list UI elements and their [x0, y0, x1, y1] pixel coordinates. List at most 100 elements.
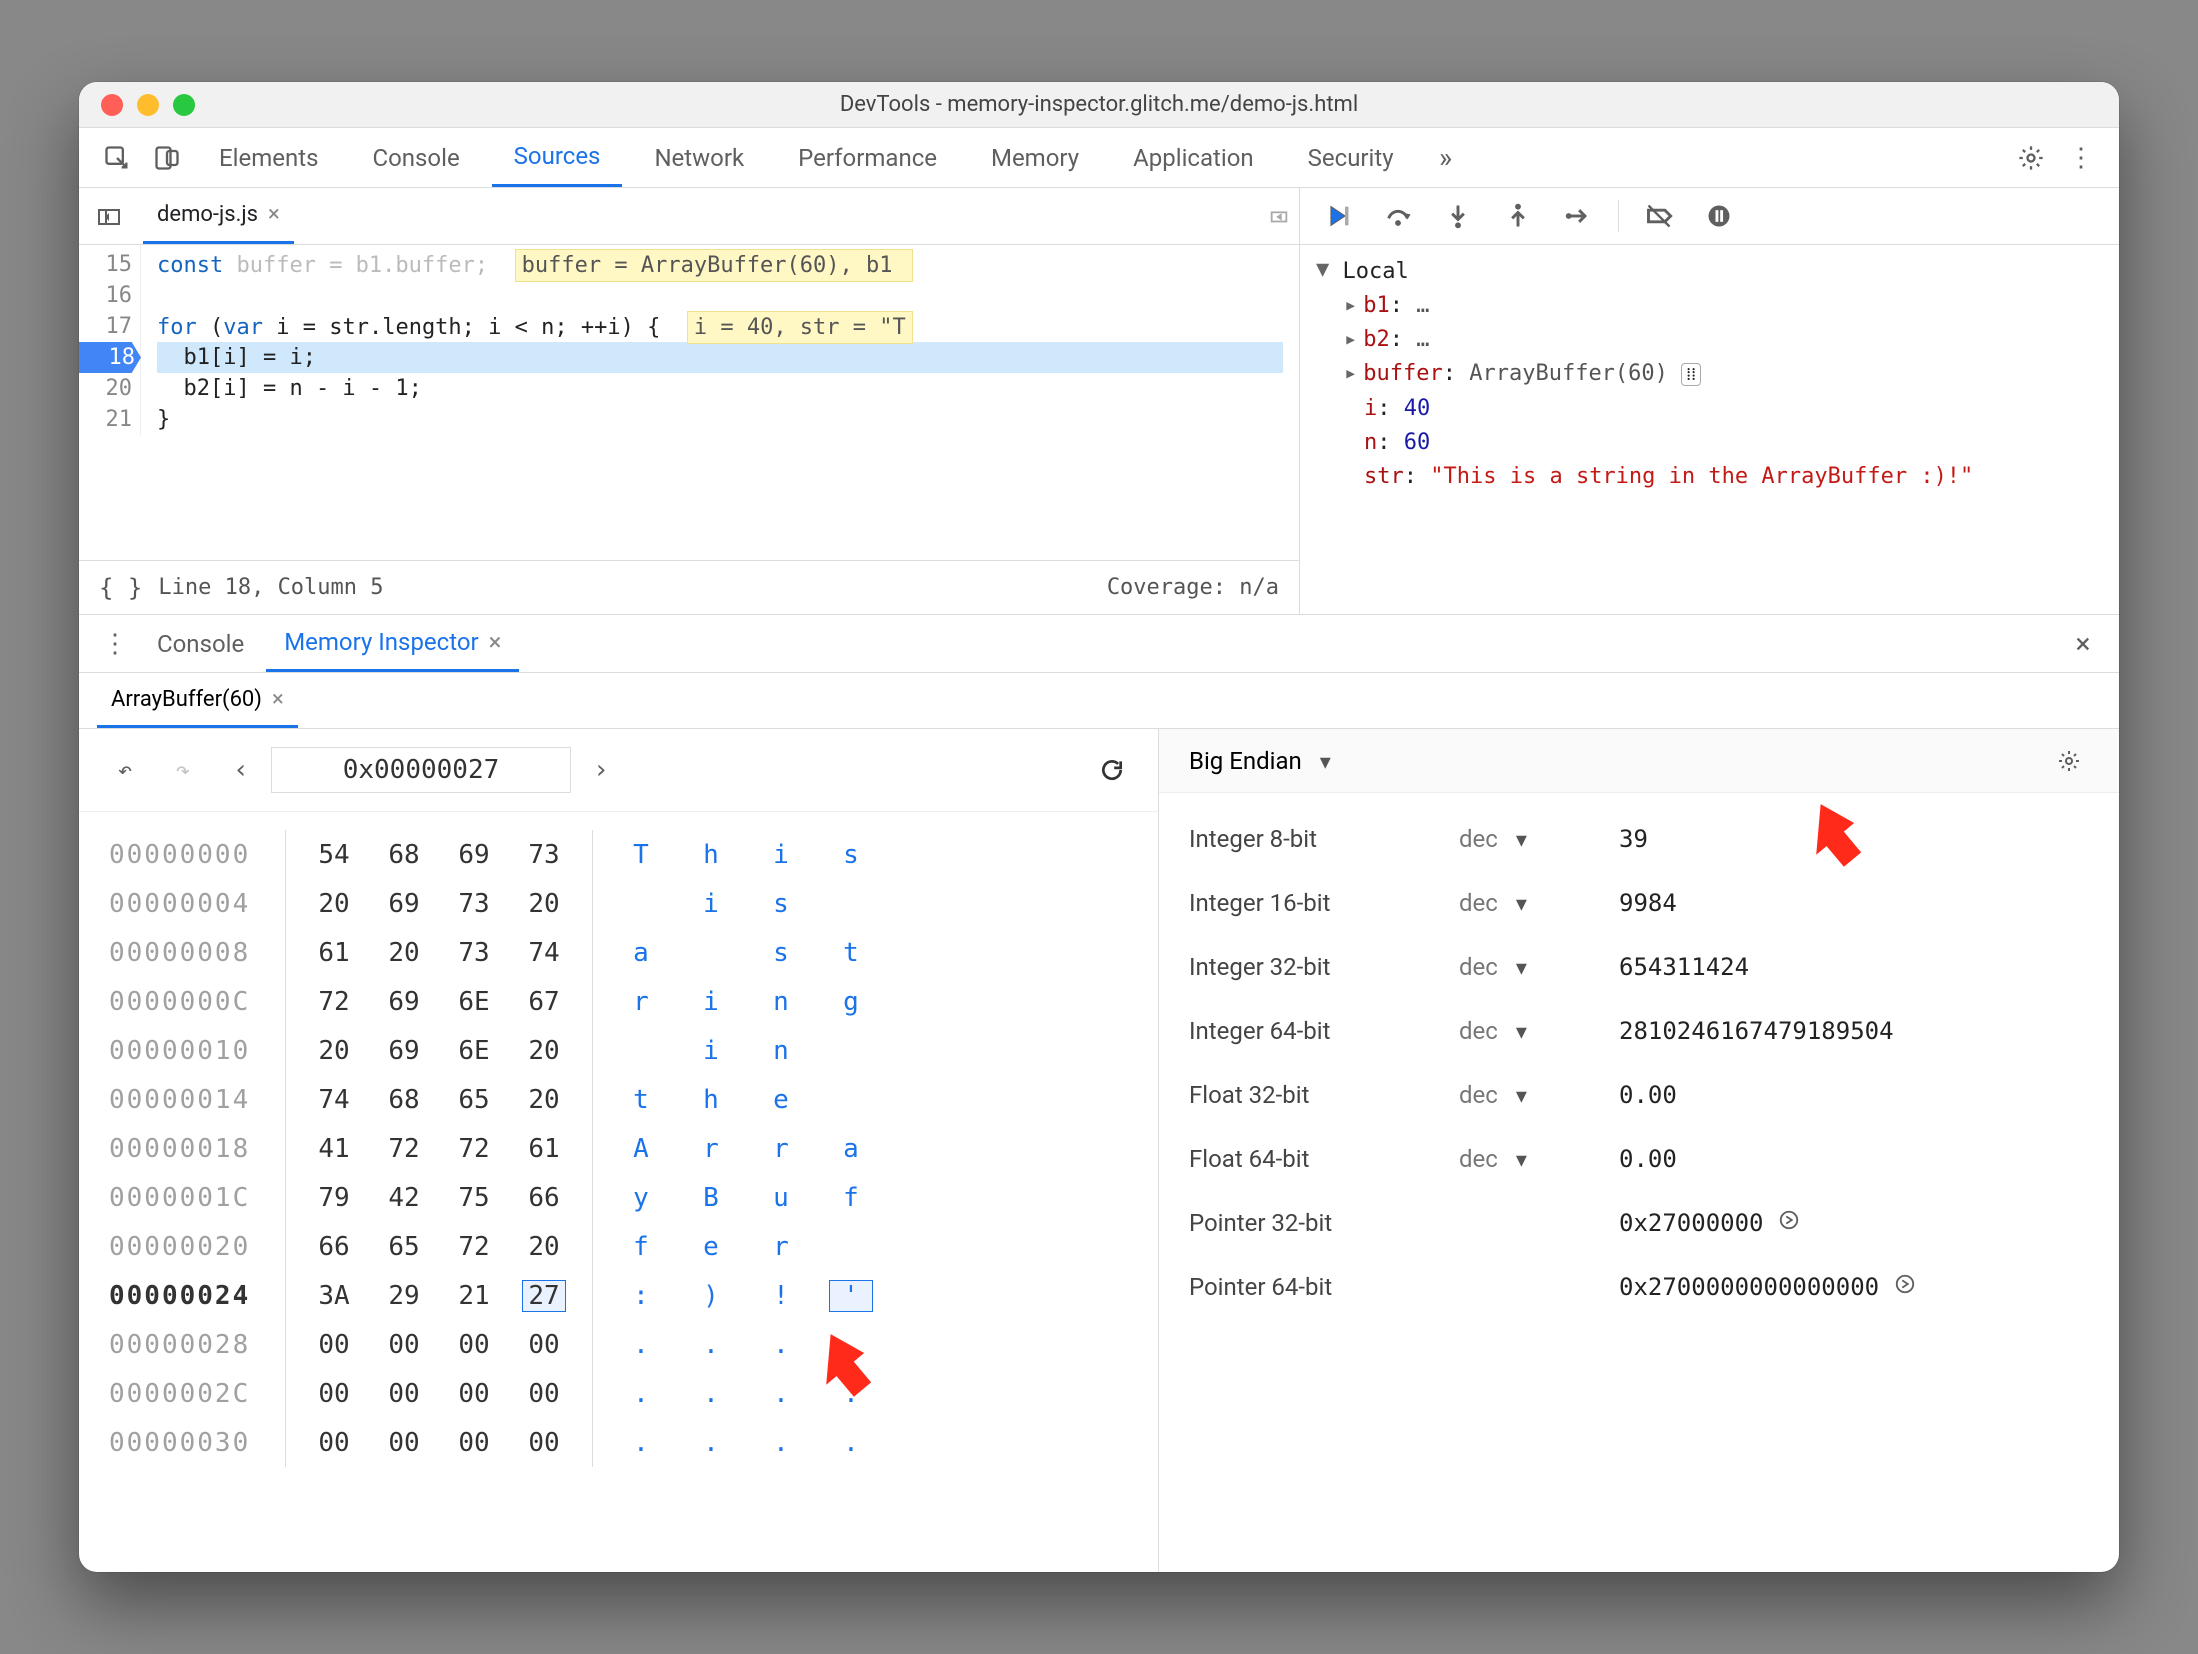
ascii-cell[interactable]: f: [829, 1183, 873, 1213]
settings-gear-icon[interactable]: [2011, 138, 2051, 178]
hex-cell[interactable]: 68: [382, 840, 426, 870]
close-file-icon[interactable]: ×: [268, 202, 280, 227]
ascii-cell[interactable]: n: [759, 987, 803, 1017]
history-back-icon[interactable]: ↶: [105, 750, 145, 790]
memory-row[interactable]: 0000001474686520the: [109, 1075, 1128, 1124]
ascii-cell[interactable]: a: [829, 1134, 873, 1164]
go-to-address-icon[interactable]: [1894, 1273, 1916, 1301]
ascii-cell[interactable]: h: [689, 1085, 733, 1115]
refresh-icon[interactable]: [1092, 750, 1132, 790]
hex-cell[interactable]: 69: [382, 987, 426, 1017]
memory-row[interactable]: 0000000C72696E67ring: [109, 977, 1128, 1026]
memory-icon[interactable]: ⁞⁞: [1681, 363, 1701, 386]
ascii-cell[interactable]: f: [619, 1232, 663, 1262]
hex-cell[interactable]: 3A: [312, 1281, 356, 1311]
rep-select[interactable]: dec: [1459, 825, 1527, 853]
ascii-cell[interactable]: y: [619, 1183, 663, 1213]
memory-row[interactable]: 0000002066657220fer: [109, 1222, 1128, 1271]
hex-cell[interactable]: 54: [312, 840, 356, 870]
gutter-line[interactable]: 18: [79, 342, 141, 373]
ascii-cell[interactable]: i: [689, 1036, 733, 1066]
ascii-cell[interactable]: [689, 938, 733, 968]
hex-cell[interactable]: 66: [312, 1232, 356, 1262]
tab-elements[interactable]: Elements: [197, 128, 340, 187]
memory-row[interactable]: 0000003000000000....: [109, 1418, 1128, 1467]
hex-cell[interactable]: 69: [452, 840, 496, 870]
hex-cell[interactable]: 00: [312, 1330, 356, 1360]
ascii-cell[interactable]: t: [619, 1085, 663, 1115]
scope-item[interactable]: buffer: ArrayBuffer(60) ⁞⁞: [1344, 357, 2103, 392]
step-icon[interactable]: [1558, 196, 1598, 236]
hex-cell[interactable]: 00: [522, 1428, 566, 1458]
tab-memory[interactable]: Memory: [969, 128, 1101, 187]
ascii-cell[interactable]: [619, 889, 663, 919]
ascii-cell[interactable]: [619, 1036, 663, 1066]
format-icon[interactable]: { }: [99, 574, 142, 602]
hex-cell[interactable]: 73: [522, 840, 566, 870]
file-tab[interactable]: demo-js.js ×: [143, 188, 294, 244]
values-settings-icon[interactable]: [2049, 741, 2089, 781]
ascii-cell[interactable]: .: [759, 1330, 803, 1360]
gutter-line[interactable]: 17: [79, 311, 132, 342]
hex-cell[interactable]: 20: [522, 1085, 566, 1115]
close-drawer-tab-icon[interactable]: ×: [489, 628, 502, 656]
ascii-cell[interactable]: e: [689, 1232, 733, 1262]
scope-item[interactable]: i: 40: [1344, 392, 2103, 426]
ascii-cell[interactable]: r: [689, 1134, 733, 1164]
hex-cell[interactable]: 00: [382, 1379, 426, 1409]
close-drawer-icon[interactable]: ×: [2063, 624, 2103, 664]
hex-cell[interactable]: 00: [312, 1428, 356, 1458]
ascii-cell[interactable]: .: [619, 1428, 663, 1458]
address-input[interactable]: [271, 747, 571, 793]
ascii-cell[interactable]: s: [759, 889, 803, 919]
drawer-menu-icon[interactable]: ⋮: [95, 624, 135, 664]
memory-table[interactable]: 0000000054686973This0000000420697320 is …: [79, 812, 1158, 1485]
hex-cell[interactable]: 72: [312, 987, 356, 1017]
inspect-icon[interactable]: [97, 138, 137, 178]
more-file-tabs-icon[interactable]: [1259, 196, 1299, 236]
hex-cell[interactable]: 00: [382, 1428, 426, 1458]
scope-item[interactable]: n: 60: [1344, 426, 2103, 460]
hex-cell[interactable]: 00: [312, 1379, 356, 1409]
gutter-line[interactable]: 21: [79, 404, 132, 435]
ascii-cell[interactable]: .: [619, 1330, 663, 1360]
ascii-cell[interactable]: i: [759, 840, 803, 870]
hex-cell[interactable]: 75: [452, 1183, 496, 1213]
ascii-cell[interactable]: .: [689, 1428, 733, 1458]
ascii-cell[interactable]: [829, 1232, 873, 1262]
hex-cell[interactable]: 67: [522, 987, 566, 1017]
deactivate-breakpoints-icon[interactable]: [1639, 196, 1679, 236]
hex-cell[interactable]: 6E: [452, 1036, 496, 1066]
hex-cell[interactable]: 69: [382, 1036, 426, 1066]
hex-cell[interactable]: 20: [522, 1232, 566, 1262]
tab-console[interactable]: Console: [350, 128, 481, 187]
hex-cell[interactable]: 21: [452, 1281, 496, 1311]
hex-cell[interactable]: 73: [452, 938, 496, 968]
resume-icon[interactable]: [1318, 196, 1358, 236]
ascii-cell[interactable]: .: [619, 1379, 663, 1409]
ascii-cell[interactable]: .: [689, 1379, 733, 1409]
hex-cell[interactable]: 72: [452, 1134, 496, 1164]
memory-row[interactable]: 0000000420697320 is: [109, 879, 1128, 928]
ascii-cell[interactable]: B: [689, 1183, 733, 1213]
memory-row[interactable]: 0000001020696E20 in: [109, 1026, 1128, 1075]
ascii-cell[interactable]: :: [619, 1281, 663, 1311]
hex-cell[interactable]: 00: [382, 1330, 426, 1360]
ascii-cell[interactable]: .: [759, 1428, 803, 1458]
tab-application[interactable]: Application: [1111, 128, 1276, 187]
memory-row[interactable]: 0000002C00000000....: [109, 1369, 1128, 1418]
hex-cell[interactable]: 00: [522, 1330, 566, 1360]
memory-row[interactable]: 0000000861207374a st: [109, 928, 1128, 977]
hex-cell[interactable]: 74: [522, 938, 566, 968]
hex-cell[interactable]: 79: [312, 1183, 356, 1213]
tab-network[interactable]: Network: [632, 128, 766, 187]
hex-cell[interactable]: 69: [382, 889, 426, 919]
history-fwd-icon[interactable]: ↷: [163, 750, 203, 790]
scope-item[interactable]: b1: …: [1344, 289, 2103, 323]
hex-cell[interactable]: 29: [382, 1281, 426, 1311]
hex-cell[interactable]: 66: [522, 1183, 566, 1213]
ascii-cell[interactable]: t: [829, 938, 873, 968]
ascii-cell[interactable]: A: [619, 1134, 663, 1164]
tab-sources[interactable]: Sources: [492, 128, 623, 187]
ascii-cell[interactable]: e: [759, 1085, 803, 1115]
